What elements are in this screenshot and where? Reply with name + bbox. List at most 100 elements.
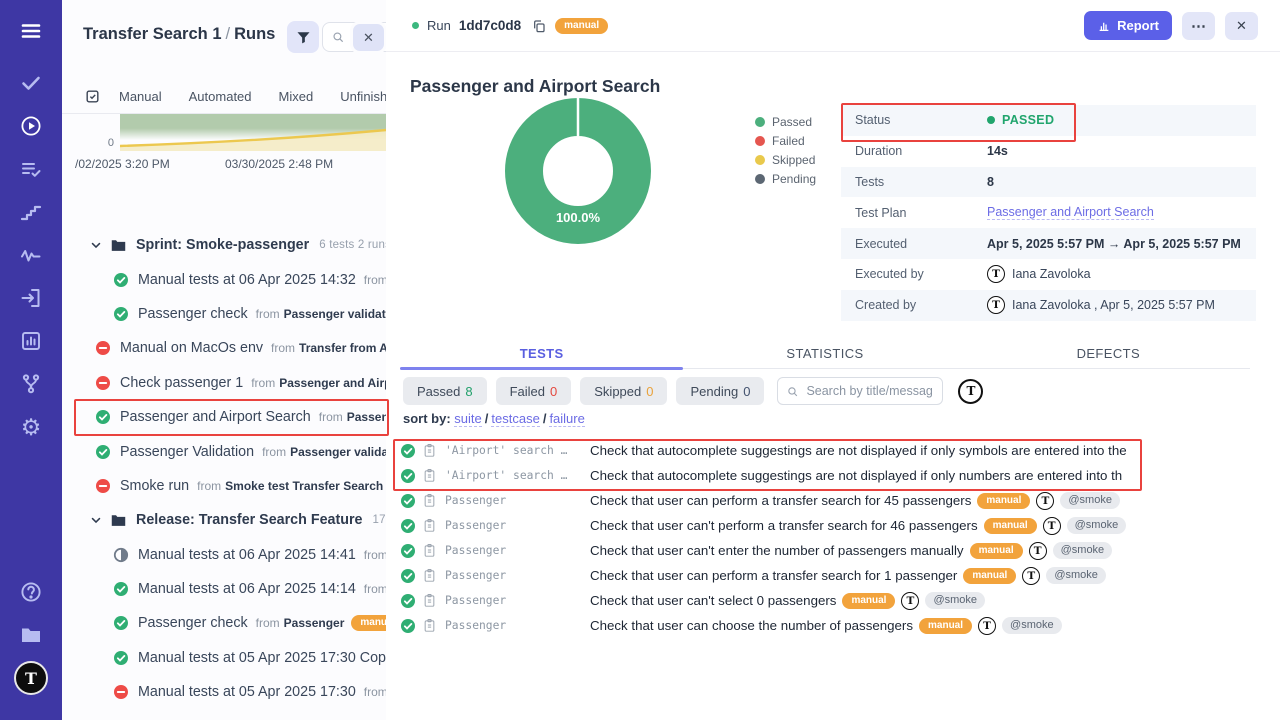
passed-status-icon	[113, 272, 129, 288]
run-from-suite: Passenger and	[347, 410, 386, 424]
filter-chip-failed[interactable]: Failed0	[496, 377, 572, 405]
menu-icon	[19, 19, 43, 43]
test-title: Check that user can't enter the number o…	[590, 543, 964, 558]
select-all-button[interactable]	[84, 88, 101, 105]
smoke-tag: @smoke	[1002, 617, 1062, 634]
close-run-button[interactable]: ✕	[1225, 12, 1258, 40]
tests-search-input[interactable]	[777, 377, 943, 405]
run-id: 1dd7c0d8	[459, 18, 521, 33]
run-from-label: from	[256, 307, 280, 321]
run-row[interactable]: Check passenger 1fromPassenger and Airpo…	[62, 366, 386, 400]
test-suite-name: Passenger	[445, 569, 590, 582]
smoke-tag: @smoke	[925, 592, 985, 609]
tab-statistics[interactable]: STATISTICS	[683, 338, 966, 368]
sidebar-item-projects[interactable]	[16, 622, 46, 648]
assignee-avatar-button[interactable]: T	[958, 379, 983, 404]
run-from-suite: Smoke test Transfer Search	[225, 479, 383, 493]
assignee-avatar: T	[1043, 517, 1061, 535]
run-row-title: Smoke run	[120, 478, 189, 494]
sort-label: sort by:	[403, 411, 451, 426]
testcase-icon	[423, 468, 436, 483]
runs-tab-automated[interactable]: Automated	[189, 89, 252, 104]
sidebar-item-branches[interactable]	[16, 371, 46, 397]
test-plan-link[interactable]: Passenger and Airport Search	[987, 205, 1154, 220]
sidebar-item-settings[interactable]: ⚙	[16, 414, 46, 440]
run-row[interactable]: Passenger ValidationfromPassenger valida…	[62, 434, 386, 468]
sidebar-item-import[interactable]	[16, 285, 46, 311]
sidebar-item-analytics[interactable]	[16, 328, 46, 354]
sidebar-item-milestones[interactable]	[16, 199, 46, 225]
sort-option-failure[interactable]: failure	[549, 411, 584, 427]
tests-search-field[interactable]	[804, 383, 942, 399]
test-row[interactable]: PassengerCheck that user can't enter the…	[400, 538, 1137, 563]
detail-tabs: TESTSSTATISTICSDEFECTS	[400, 338, 1250, 369]
legend-label: Failed	[772, 134, 805, 148]
sidebar-item-pulse[interactable]	[16, 242, 46, 268]
manual-badge: manual	[963, 568, 1016, 584]
sort-option-suite[interactable]: suite	[454, 411, 481, 427]
filter-button[interactable]	[287, 21, 319, 53]
run-from-label: from	[197, 479, 221, 493]
run-row[interactable]: Manual tests at 05 Apr 2025 17:30fromTra…	[62, 675, 386, 709]
legend-dot	[755, 174, 765, 184]
run-row[interactable]: Manual tests at 30 Mar 2025 14:43from	[62, 709, 386, 720]
run-row[interactable]: Manual tests at 06 Apr 2025 14:32fromPas…	[62, 262, 386, 296]
sidebar-item-menu[interactable]	[16, 18, 46, 44]
test-row[interactable]: 'Airport' search …Check that autocomplet…	[400, 463, 1137, 488]
run-row[interactable]: Manual on MacOs envfromTransfer from Aip…	[62, 331, 386, 365]
test-filters: Passed8 Failed0 Skipped0 Pending0 T	[403, 376, 983, 406]
sort-option-testcase[interactable]: testcase	[491, 411, 539, 427]
filter-chip-pending[interactable]: Pending0	[676, 377, 764, 405]
tab-tests[interactable]: TESTS	[400, 338, 683, 368]
legend-item-pending: Pending	[755, 169, 816, 188]
passed-status-icon	[400, 543, 416, 559]
run-row[interactable]: Passenger checkfromPassengermanual6	[62, 606, 386, 640]
report-button[interactable]: Report	[1084, 11, 1172, 40]
summary-value: Apr 5, 2025 5:57 PM → Apr 5, 2025 5:57 P…	[987, 237, 1241, 251]
chevron-down-icon[interactable]	[89, 238, 103, 252]
run-row[interactable]: Passenger checkfromPassenger validationm…	[62, 297, 386, 331]
sidebar-item-test-plans[interactable]	[16, 156, 46, 182]
run-from-label: from	[271, 341, 295, 355]
sidebar-item-account[interactable]: T	[16, 665, 46, 691]
sidebar-item-help[interactable]	[16, 579, 46, 605]
test-row[interactable]: 'Airport' search …Check that autocomplet…	[400, 438, 1137, 463]
panel-close-button[interactable]: ✕	[353, 24, 384, 51]
run-row[interactable]: Passenger and Airport SearchfromPassenge…	[62, 400, 386, 434]
failed-status-icon	[95, 478, 111, 494]
run-from-label: from	[251, 376, 275, 390]
runs-tab-manual[interactable]: Manual	[119, 89, 162, 104]
run-row-title: Manual tests at 06 Apr 2025 14:32	[138, 272, 356, 288]
run-group-row[interactable]: Sprint: Smoke-passenger6 tests 2 runs	[62, 228, 386, 262]
run-row[interactable]: Manual tests at 06 Apr 2025 14:41fromTra…	[62, 538, 386, 572]
sidebar-item-runs[interactable]	[16, 113, 46, 139]
runs-tab-unfinished[interactable]: Unfinished	[340, 89, 387, 104]
chevron-down-icon[interactable]	[89, 513, 103, 527]
run-row-title: Passenger Validation	[120, 444, 254, 460]
test-row[interactable]: PassengerCheck that user can perform a t…	[400, 488, 1137, 513]
run-row[interactable]: Manual tests at 06 Apr 2025 14:14fromPas…	[62, 572, 386, 606]
run-row[interactable]: Manual tests at 05 Apr 2025 17:30 Copyfr…	[62, 641, 386, 675]
run-group-row[interactable]: Release: Transfer Search Feature17 tests…	[62, 503, 386, 537]
summary-value: 8	[987, 175, 994, 189]
test-row[interactable]: PassengerCheck that user can perform a t…	[400, 563, 1137, 588]
run-row[interactable]: Smoke runfromSmoke test Transfer Searchm…	[62, 469, 386, 503]
run-from-label: from	[364, 273, 386, 287]
user-value: Iana Zavoloka , Apr 5, 2025 5:57 PM	[1012, 298, 1215, 312]
test-row[interactable]: PassengerCheck that user can't select 0 …	[400, 588, 1137, 613]
manual-badge: manual	[842, 593, 895, 609]
manual-badge: manual	[984, 518, 1037, 534]
filter-chip-skipped[interactable]: Skipped0	[580, 377, 667, 405]
copy-icon[interactable]	[531, 18, 547, 34]
breadcrumb-project[interactable]: Transfer Search 1	[83, 25, 222, 43]
run-label: Run	[427, 18, 451, 33]
test-row[interactable]: PassengerCheck that user can't perform a…	[400, 513, 1137, 538]
runs-tab-mixed[interactable]: Mixed	[279, 89, 314, 104]
bar-chart-icon	[19, 329, 43, 353]
sidebar-item-tests[interactable]	[16, 70, 46, 96]
test-row[interactable]: PassengerCheck that user can choose the …	[400, 613, 1137, 638]
run-from-label: from	[256, 616, 280, 630]
more-actions-button[interactable]: ⋯	[1182, 12, 1215, 40]
tab-defects[interactable]: DEFECTS	[967, 338, 1250, 368]
filter-chip-passed[interactable]: Passed8	[403, 377, 487, 405]
